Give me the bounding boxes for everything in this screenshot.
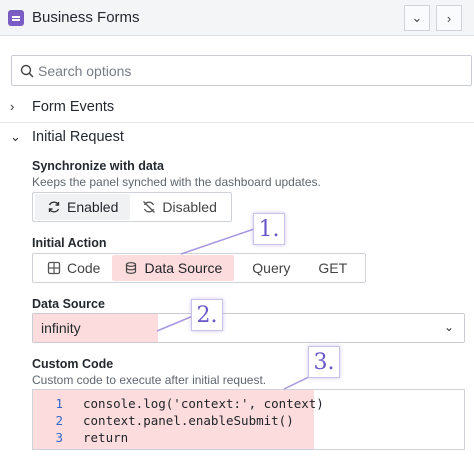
sync-icon [48,201,60,213]
search-input[interactable]: Search options [11,55,472,86]
database-icon [126,262,137,274]
chevron-right-icon: › [446,10,452,26]
chevron-down-icon: ⌄ [443,320,454,334]
divider [0,122,474,123]
search-icon [20,64,34,78]
panel-header: Business Forms ⌄ › [0,0,474,36]
line-number: 2 [55,413,63,428]
data-source-select[interactable]: infinity ⌄ [32,313,465,343]
chevron-down-icon: ⌄ [411,10,423,25]
chevron-right-icon: › [10,99,15,114]
section-form-events[interactable]: › Form Events [0,94,474,124]
option-query[interactable]: Query [234,255,304,281]
data-source-label: Data Source [32,297,105,311]
panel-title: Business Forms [32,9,140,26]
initial-action-radio-group: Code Data Source Query GET [32,253,367,283]
option-data-source[interactable]: Data Source [112,255,235,281]
custom-code-label: Custom Code [32,357,114,371]
option-label: Enabled [67,199,119,215]
option-code[interactable]: Code [35,255,112,281]
custom-code-description: Custom code to execute after initial req… [32,373,267,387]
option-get[interactable]: GET [304,255,363,281]
section-initial-request[interactable]: ⌄ Initial Request [0,124,474,154]
option-disabled[interactable]: Disabled [130,194,228,220]
option-enabled[interactable]: Enabled [35,194,131,220]
sync-off-icon [143,201,156,213]
form-icon [8,10,24,26]
code-text: context.panel.enableSubmit() [83,413,294,428]
line-number: 3 [55,430,63,445]
option-label: Query [252,260,291,276]
code-text: return [83,430,129,445]
callout-3: 3. [308,346,340,378]
initial-action-label: Initial Action [32,236,107,250]
option-label: Disabled [162,199,217,215]
code-grid-icon [47,261,61,275]
code-text: console.log('context:', context) [83,396,324,411]
option-label: Data Source [144,260,223,276]
search-placeholder: Search options [38,63,132,79]
section-label: Initial Request [32,129,124,145]
synchronize-label: Synchronize with data [32,159,164,173]
section-label: Form Events [32,99,115,115]
callout-1: 1. [253,213,285,245]
code-editor[interactable]: 1 console.log('context:', context) 2 con… [32,389,465,450]
option-label: GET [318,260,348,276]
expand-button[interactable]: › [436,5,462,31]
synchronize-description: Keeps the panel synched with the dashboa… [32,175,321,189]
chevron-down-icon: ⌄ [10,129,21,144]
callout-2: 2. [191,299,223,331]
line-number: 1 [55,396,63,411]
option-label: Code [67,260,101,276]
synchronize-radio-group: Enabled Disabled [32,192,232,222]
collapse-button[interactable]: ⌄ [404,5,430,31]
select-value: infinity [41,320,81,336]
